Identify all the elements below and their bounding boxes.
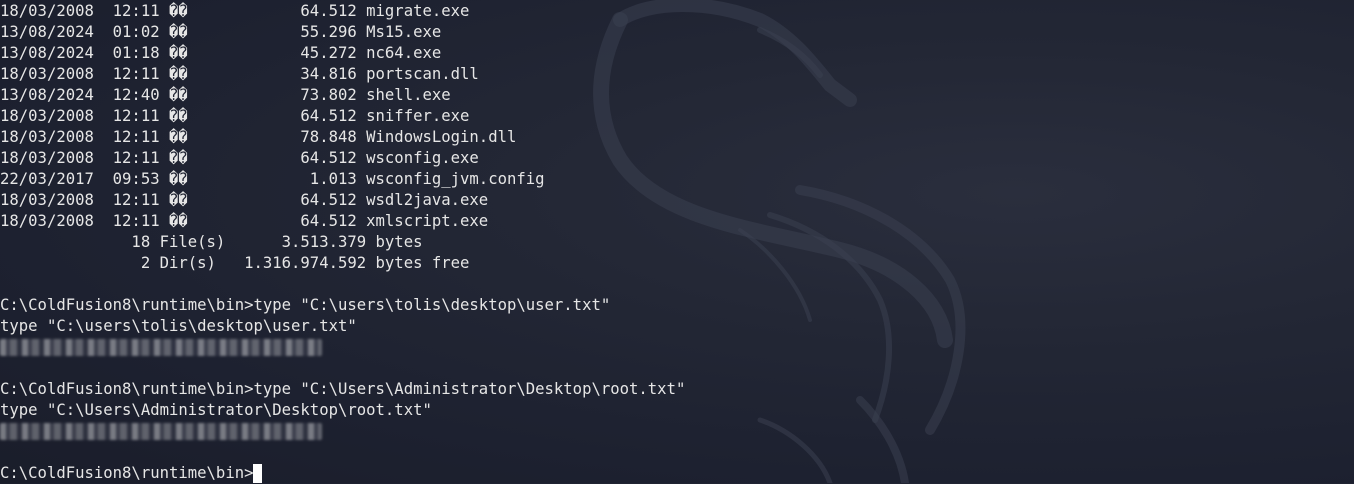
prompt-text: C:\ColdFusion8\runtime\bin> [0,464,254,482]
root-flag-output [0,421,1354,442]
listing-row: 22/03/2017 09:53 �� 1.013 wsconfig_jvm.c… [0,170,545,188]
listing-row: 18/03/2008 12:11 �� 64.512 sniffer.exe [0,107,470,125]
user-flag-output [0,337,1354,358]
terminal-window[interactable]: 18/03/2008 12:11 �� 64.512 migrate.exe 13… [0,0,1354,483]
listing-row: 18/03/2008 12:11 �� 34.816 portscan.dll [0,65,479,83]
active-prompt-line[interactable]: C:\ColdFusion8\runtime\bin> [0,463,1354,484]
listing-row: 18/03/2008 12:11 �� 78.848 WindowsLogin.… [0,128,517,146]
listing-row: 18/03/2008 12:11 �� 64.512 migrate.exe [0,2,470,20]
listing-row: 18/03/2008 12:11 �� 64.512 wsdl2java.exe [0,191,489,209]
command-prompt-line: C:\ColdFusion8\runtime\bin>type "C:\user… [0,296,611,314]
text-cursor[interactable] [253,464,263,483]
command-echo-line: type "C:\Users\Administrator\Desktop\roo… [0,401,432,419]
redacted-user-flag [0,339,322,356]
summary-dirs-line: 2 Dir(s) 1.316.974.592 bytes free [0,254,470,272]
summary-files-line: 18 File(s) 3.513.379 bytes [0,233,423,251]
listing-row: 18/03/2008 12:11 �� 64.512 xmlscript.exe [0,212,489,230]
listing-row: 13/08/2024 01:02 �� 55.296 Ms15.exe [0,23,442,41]
listing-row: 13/08/2024 01:18 �� 45.272 nc64.exe [0,44,442,62]
command-echo-line: type "C:\users\tolis\desktop\user.txt" [0,317,357,335]
directory-listing: 18/03/2008 12:11 �� 64.512 migrate.exe 13… [0,1,1354,232]
command-prompt-line: C:\ColdFusion8\runtime\bin>type "C:\User… [0,380,686,398]
redacted-root-flag [0,423,322,440]
listing-row: 18/03/2008 12:11 �� 64.512 wsconfig.exe [0,149,479,167]
listing-row: 13/08/2024 12:40 �� 73.802 shell.exe [0,86,451,104]
